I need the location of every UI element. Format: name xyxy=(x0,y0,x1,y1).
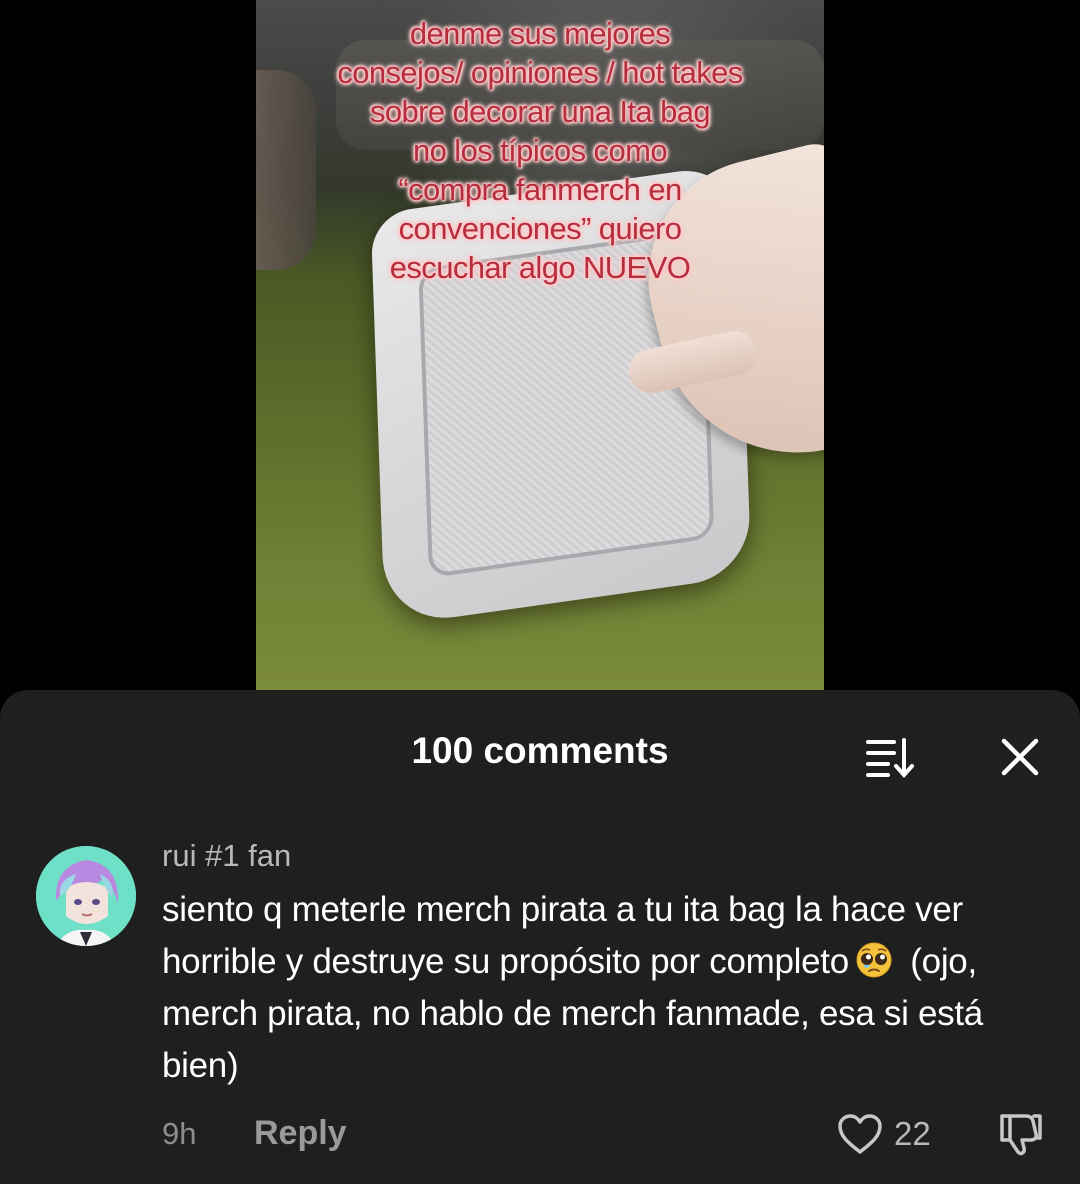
caption-line: denme sus mejores xyxy=(409,16,671,51)
thumbs-down-icon[interactable] xyxy=(996,1108,1046,1158)
caption-line: consejos/ opiniones / hot takes xyxy=(337,55,743,90)
comment-text: siento q meterle merch pirata a tu ita b… xyxy=(162,884,1052,1092)
caption-line: convenciones” quiero xyxy=(398,211,682,246)
comment-text-part: siento q meterle merch pirata a tu ita b… xyxy=(162,890,963,981)
video-player[interactable]: denme sus mejores consejos/ opiniones / … xyxy=(256,0,824,690)
caption-line: sobre decorar una Ita bag xyxy=(369,94,711,129)
close-icon[interactable] xyxy=(998,735,1042,779)
comment-timestamp: 9h xyxy=(162,1116,197,1151)
caption-line: no los típicos como xyxy=(413,133,668,168)
pleading-face-emoji-icon xyxy=(856,942,892,978)
anime-character-avatar-icon xyxy=(36,846,136,946)
reply-button[interactable]: Reply xyxy=(254,1112,347,1154)
avatar[interactable] xyxy=(36,846,136,946)
caption-line: escuchar algo NUEVO xyxy=(389,250,691,285)
caption-line: “compra fanmerch en xyxy=(398,172,682,207)
video-caption-overlay: denme sus mejores consejos/ opiniones / … xyxy=(276,14,804,287)
heart-outline-icon[interactable] xyxy=(836,1112,884,1156)
sort-icon[interactable] xyxy=(864,736,920,780)
like-count: 22 xyxy=(894,1115,931,1152)
comment-username[interactable]: rui #1 fan xyxy=(162,836,291,876)
